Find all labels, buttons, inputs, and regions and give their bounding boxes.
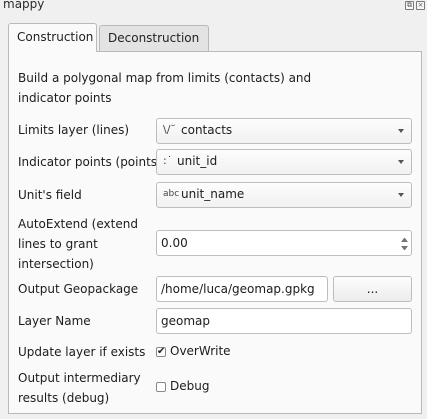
update-layer-label: Update layer if exists <box>18 345 146 359</box>
overwrite-checkbox[interactable]: ✔ <box>156 346 166 357</box>
auto-extend-spinbox[interactable]: 0.00 <box>156 230 412 256</box>
line-layer-icon: \/˘ <box>163 123 176 136</box>
chevron-down-icon <box>398 129 404 133</box>
auto-extend-label: AutoExtend (extend lines to grant inters… <box>18 217 138 271</box>
limits-layer-label: Limits layer (lines) <box>18 123 130 137</box>
units-field-label: Unit's field <box>18 188 82 202</box>
tab-deconstruction[interactable]: Deconstruction <box>99 25 209 51</box>
limits-layer-combo[interactable]: \/˘ contacts <box>156 118 412 144</box>
limits-layer-value: contacts <box>181 123 233 137</box>
indicator-points-label: Indicator points (points) <box>18 155 162 169</box>
text-field-icon: abc <box>163 189 180 199</box>
tab-construction[interactable]: Construction <box>8 23 97 52</box>
output-geopackage-label: Output Geopackage <box>18 282 139 296</box>
browse-button[interactable]: ... <box>333 276 412 302</box>
debug-checkbox[interactable] <box>156 382 166 392</box>
spin-down-icon[interactable] <box>401 246 408 250</box>
spin-up-icon[interactable] <box>401 238 408 242</box>
indicator-points-value: unit_id <box>177 154 218 168</box>
chevron-down-icon <box>398 160 404 164</box>
auto-extend-value: 0.00 <box>161 236 188 250</box>
debug-label[interactable]: Debug <box>170 379 209 393</box>
units-field-combo[interactable]: abc unit_name <box>156 182 412 208</box>
units-field-value: unit_name <box>181 187 245 201</box>
float-dock-icon[interactable]: ⧉ <box>405 1 414 10</box>
layer-name-label: Layer Name <box>18 314 91 328</box>
overwrite-label[interactable]: OverWrite <box>170 344 231 358</box>
description-text: Build a polygonal map from limits (conta… <box>18 71 312 105</box>
dock-titlebar[interactable]: mappy ⧉ × <box>0 0 427 14</box>
close-dock-icon[interactable]: × <box>416 1 425 10</box>
dock-title: mappy <box>3 0 45 11</box>
output-intermediary-label: Output intermediary results (debug) <box>18 371 141 405</box>
layer-name-input[interactable]: geomap <box>156 308 412 334</box>
construction-panel: Build a polygonal map from limits (conta… <box>8 51 422 414</box>
chevron-down-icon <box>398 193 404 197</box>
check-icon: ✔ <box>157 346 166 357</box>
output-geopackage-input[interactable]: /home/luca/geomap.gpkg <box>156 276 328 302</box>
point-layer-icon: :˙ <box>163 154 173 167</box>
indicator-points-combo[interactable]: :˙ unit_id <box>156 149 412 175</box>
